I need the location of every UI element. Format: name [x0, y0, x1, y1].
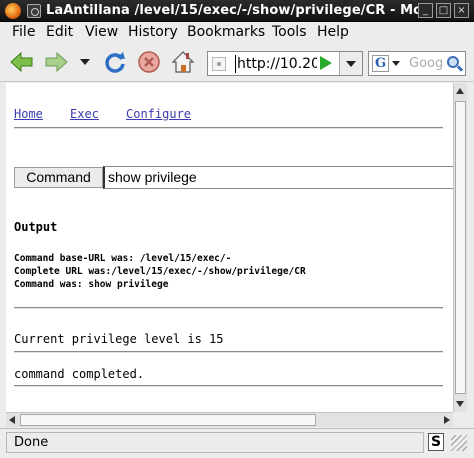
close-button[interactable]: × [454, 3, 469, 18]
home-button[interactable] [170, 49, 196, 75]
url-input[interactable]: http://10.200 [235, 55, 317, 73]
horizontal-scrollbar[interactable] [6, 412, 453, 427]
search-bar[interactable]: G Goog [368, 51, 466, 76]
chevron-down-icon [346, 61, 356, 67]
forward-arrow-icon [45, 51, 68, 73]
nav-link-exec[interactable]: Exec [70, 107, 99, 121]
output-line-complete-url: Complete URL was:/level/15/exec/-/show/p… [14, 266, 306, 277]
menu-view[interactable]: View [85, 23, 118, 41]
output-heading: Output [14, 220, 58, 234]
stop-button[interactable] [136, 49, 162, 75]
command-button[interactable]: Command [14, 167, 103, 188]
search-icon[interactable] [447, 56, 459, 68]
divider [14, 385, 443, 387]
minimize-button[interactable]: _ [418, 3, 433, 18]
scrollbar-corner [453, 412, 467, 427]
search-input[interactable]: Goog [409, 56, 443, 71]
addon-status-icon[interactable]: S [428, 433, 444, 451]
divider [14, 351, 443, 353]
search-engine-icon[interactable]: G [372, 55, 389, 72]
nav-link-configure[interactable]: Configure [126, 107, 191, 121]
window-title: LaAntillana /level/15/exec/-/show/privil… [46, 3, 420, 18]
menu-file[interactable]: File [12, 23, 35, 41]
status-bar: Done S [0, 428, 474, 458]
menu-history[interactable]: History [128, 23, 178, 41]
command-input[interactable]: show privilege [103, 166, 453, 189]
privilege-level-result: Current privilege level is 15 [14, 332, 224, 346]
site-identity-icon[interactable] [212, 57, 226, 71]
nav-link-home[interactable]: Home [14, 107, 43, 121]
divider [14, 307, 443, 309]
back-arrow-icon [10, 51, 33, 73]
firefox-icon[interactable] [5, 3, 21, 19]
output-line-command: Command was: show privilege [14, 279, 169, 290]
maximize-button[interactable]: □ [436, 3, 451, 18]
stop-icon [138, 51, 160, 73]
reload-button[interactable] [102, 49, 128, 75]
home-icon [171, 51, 195, 73]
menu-help[interactable]: Help [317, 23, 349, 41]
horizontal-scroll-thumb[interactable] [20, 414, 316, 426]
menu-tools[interactable]: Tools [272, 23, 307, 41]
command-status-result: command completed. [14, 367, 145, 381]
menu-bookmarks[interactable]: Bookmarks [187, 23, 265, 41]
window-menu-icon[interactable] [27, 4, 41, 18]
page-content: Home Exec Configure Command show privile… [6, 83, 453, 412]
status-panel: Done [6, 432, 424, 453]
status-text: Done [14, 435, 49, 450]
search-engine-dropdown-icon[interactable] [392, 61, 400, 66]
menu-edit[interactable]: Edit [46, 23, 73, 41]
scroll-down-icon[interactable] [456, 401, 464, 407]
scroll-right-icon[interactable] [444, 416, 450, 424]
vertical-scroll-thumb[interactable] [455, 101, 466, 394]
vertical-scrollbar[interactable] [453, 83, 467, 412]
divider [14, 127, 443, 129]
history-dropdown-icon[interactable] [80, 59, 90, 65]
navigation-toolbar: http://10.200 G Goog [0, 42, 474, 82]
url-bar[interactable]: http://10.200 [207, 51, 363, 76]
scroll-up-icon[interactable] [456, 88, 464, 94]
resize-grip-icon[interactable] [451, 435, 467, 451]
output-line-base-url: Command base-URL was: /level/15/exec/- [14, 253, 232, 264]
scroll-left-icon[interactable] [9, 416, 15, 424]
go-icon[interactable] [320, 56, 332, 70]
url-dropdown-button[interactable] [339, 52, 362, 75]
forward-button[interactable] [43, 49, 69, 75]
menu-bar: File Edit View History Bookmarks Tools H… [0, 22, 474, 42]
back-button[interactable] [9, 49, 35, 75]
reload-icon [105, 52, 125, 73]
title-bar: LaAntillana /level/15/exec/-/show/privil… [0, 0, 474, 22]
